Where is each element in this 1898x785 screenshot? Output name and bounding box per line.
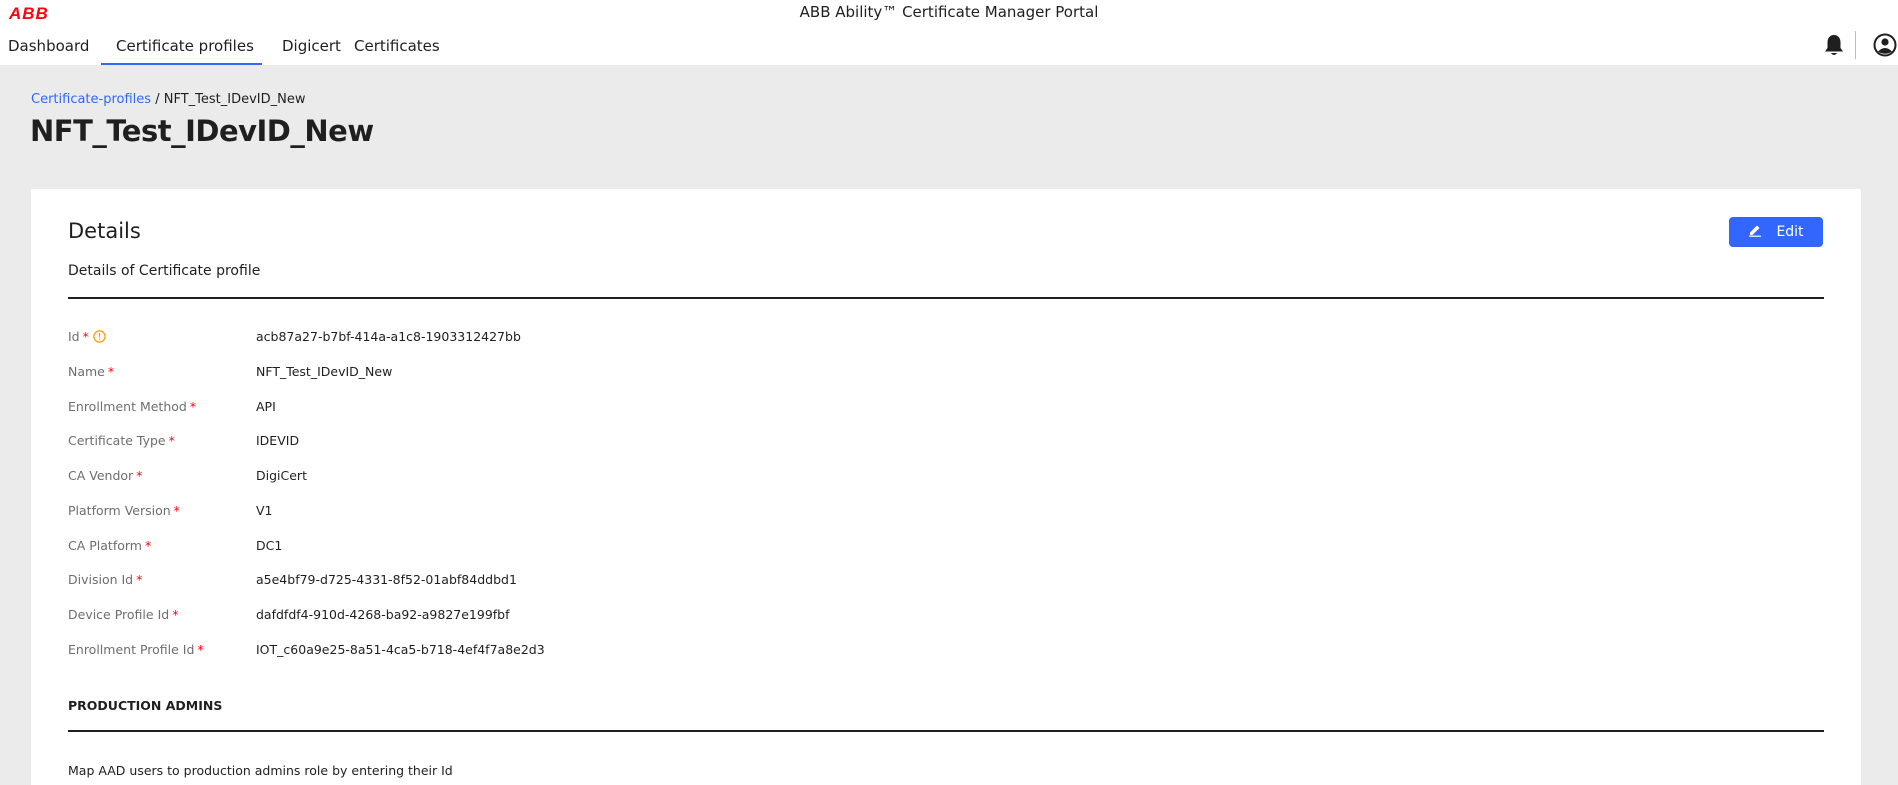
field-value: API — [256, 399, 276, 414]
page-title: NFT_Test_IDevID_New — [30, 114, 374, 148]
field-value: DC1 — [256, 538, 283, 553]
field-value: a5e4bf79-d725-4331-8f52-01abf84ddbd1 — [256, 572, 517, 587]
field-label-text: Certificate Type — [68, 433, 166, 448]
field-label-text: Division Id — [68, 572, 134, 587]
required-mark: * — [136, 468, 143, 483]
field-label: Certificate Type * — [68, 433, 256, 453]
field-value: NFT_Test_IDevID_New — [256, 364, 393, 379]
required-mark: * — [172, 607, 179, 622]
top-bar: ABB ABB Ability™ Certificate Manager Por… — [0, 0, 1898, 65]
divider — [68, 297, 1824, 299]
field-label: Division Id * — [68, 572, 256, 592]
breadcrumb-current: NFT_Test_IDevID_New — [163, 92, 306, 107]
field-value: DigiCert — [256, 468, 307, 483]
field-label: Id * — [68, 329, 256, 349]
required-mark: * — [168, 433, 175, 448]
edit-button-label: Edit — [1776, 224, 1804, 240]
field-label-text: CA Vendor — [68, 468, 134, 483]
required-mark: * — [189, 399, 197, 414]
field-label-text: Device Profile Id — [68, 607, 170, 622]
field-label: Name * — [68, 364, 256, 384]
field-label-text: Platform Version — [68, 503, 171, 518]
header-divider — [1855, 31, 1856, 59]
required-mark: * — [107, 364, 115, 379]
breadcrumb: Certificate-profiles / NFT_Test_IDevID_N… — [31, 92, 305, 107]
field-value: IDEVID — [256, 433, 300, 448]
edit-button[interactable]: Edit — [1729, 217, 1823, 247]
pencil-icon — [1748, 223, 1762, 241]
details-subtitle: Details of Certificate profile — [68, 263, 261, 279]
field-row-ca-vendor: CA Vendor * DigiCert — [68, 468, 307, 488]
required-mark: * — [197, 642, 204, 657]
nav-tab-label: Dashboard — [8, 37, 90, 55]
field-label: Device Profile Id * — [68, 607, 256, 627]
field-row-id: Id * acb87a27-b7bf-414a-a1c8-1903312427bb — [68, 329, 521, 349]
field-label-text: CA Platform — [68, 538, 142, 553]
field-label: Platform Version * — [68, 503, 256, 523]
field-row-ca-platform: CA Platform * DC1 — [68, 538, 282, 558]
info-icon[interactable] — [93, 330, 106, 346]
details-card: Details Edit Details of Certificate prof… — [31, 189, 1861, 785]
nav-tab-label: Digicert — [282, 37, 341, 55]
field-value: V1 — [256, 503, 273, 518]
field-row-division-id: Division Id * a5e4bf79-d725-4331-8f52-01a… — [68, 572, 517, 592]
user-icon[interactable] — [1873, 33, 1897, 57]
required-mark: * — [136, 572, 143, 587]
field-label: Enrollment Method * — [68, 399, 256, 419]
breadcrumb-link-certificate-profiles[interactable]: Certificate-profiles — [31, 92, 151, 107]
field-row-platform-version: Platform Version * V1 — [68, 503, 273, 523]
field-row-certificate-type: Certificate Type * IDEVID — [68, 433, 299, 453]
field-value: dafdfdf4-910d-4268-ba92-a9827e199fbf — [256, 607, 510, 622]
details-title: Details — [68, 219, 141, 243]
bell-icon[interactable] — [1823, 33, 1845, 57]
production-admins-heading: PRODUCTION ADMINS — [68, 698, 223, 713]
field-label: CA Platform * — [68, 538, 256, 558]
divider — [68, 730, 1824, 732]
field-row-name: Name * NFT_Test_IDevID_New — [68, 364, 392, 384]
production-admins-description: Map AAD users to production admins role … — [68, 763, 453, 778]
nav-tab-certificate-profiles[interactable]: Certificate profiles — [101, 34, 262, 65]
nav-tab-label: Certificates — [354, 37, 440, 55]
field-value: IOT_c60a9e25-8a51-4ca5-b718-4ef4f7a8e2d3 — [256, 642, 545, 657]
nav-tab-dashboard[interactable]: Dashboard — [8, 34, 90, 65]
field-label: Enrollment Profile Id * — [68, 642, 256, 662]
field-value: acb87a27-b7bf-414a-a1c8-1903312427bb — [256, 329, 521, 344]
app-title: ABB Ability™ Certificate Manager Portal — [799, 3, 1099, 21]
nav-tab-digicert[interactable]: Digicert — [282, 34, 352, 65]
field-label-text: Enrollment Method — [68, 399, 187, 414]
breadcrumb-separator: / — [151, 92, 164, 107]
required-mark: * — [173, 503, 180, 518]
field-row-enrollment-method: Enrollment Method * API — [68, 399, 276, 419]
field-row-enrollment-profile-id: Enrollment Profile Id * IOT_c60a9e25-8a51… — [68, 642, 545, 662]
nav-tab-certificates[interactable]: Certificates — [354, 34, 444, 65]
field-label-text: Id — [68, 329, 80, 344]
required-mark: * — [144, 538, 152, 553]
field-label-text: Name — [68, 364, 105, 379]
required-mark: * — [82, 329, 89, 344]
field-label-text: Enrollment Profile Id — [68, 642, 195, 657]
nav-tab-label: Certificate profiles — [116, 37, 254, 55]
main-nav: Dashboard Certificate profiles Digicert … — [0, 34, 444, 65]
field-label: CA Vendor * — [68, 468, 256, 488]
field-row-device-profile-id: Device Profile Id * dafdfdf4-910d-4268-ba… — [68, 607, 510, 627]
